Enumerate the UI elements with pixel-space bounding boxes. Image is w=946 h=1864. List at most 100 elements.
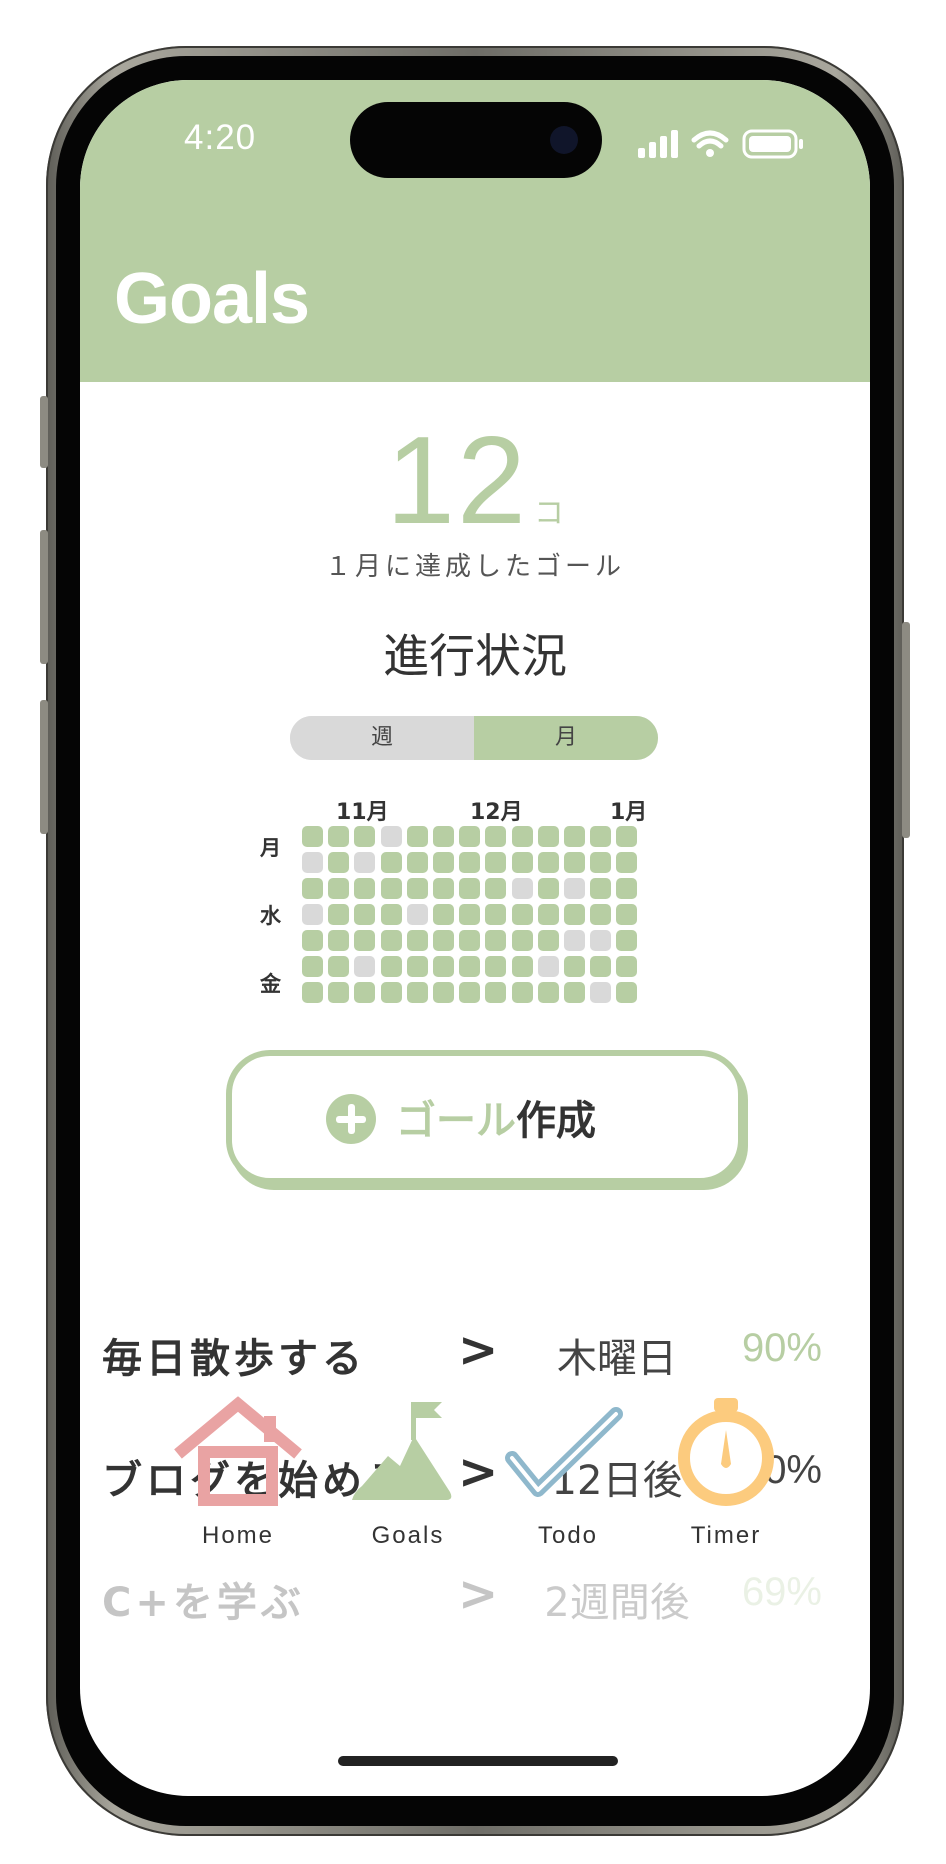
- heatmap-cell: [328, 982, 350, 1003]
- goal-name: C+を学ぶ: [102, 1580, 305, 1626]
- heatmap-cell: [616, 826, 638, 847]
- heatmap-cell: [459, 852, 481, 873]
- period-toggle[interactable]: 週 月: [290, 716, 658, 760]
- heatmap-cell: [616, 878, 638, 899]
- page-title: Goals: [114, 259, 310, 339]
- tab-bar: Home Goals Todo Timer: [80, 1396, 870, 1556]
- heatmap-cell: [616, 852, 638, 873]
- heatmap-cell: [328, 956, 350, 977]
- achieved-count: 12 コ: [80, 410, 870, 552]
- day-label: 金: [260, 972, 281, 996]
- tab-goals[interactable]: Goals: [338, 1396, 478, 1549]
- heatmap-cell: [328, 826, 350, 847]
- heatmap-cell: [380, 956, 402, 977]
- house-icon: [174, 1396, 302, 1506]
- mountain-flag-icon: [352, 1402, 452, 1500]
- heatmap-cell: [564, 904, 585, 925]
- heatmap-cell: [406, 956, 428, 977]
- heatmap-cell: [511, 904, 533, 925]
- tab-timer[interactable]: Timer: [656, 1396, 796, 1549]
- tab-home[interactable]: Home: [168, 1396, 308, 1549]
- heatmap-cell: [485, 982, 507, 1003]
- heatmap-cell: [433, 904, 454, 925]
- stopwatch-icon: [678, 1398, 774, 1506]
- heatmap-cell: [354, 930, 376, 951]
- heatmap-cell: [511, 930, 533, 951]
- goal-due: 2週間後: [544, 1580, 690, 1626]
- heatmap-cell: [302, 852, 323, 873]
- heatmap-cell: [459, 904, 481, 925]
- tab-label: Home: [201, 1522, 275, 1549]
- heatmap-cell: [406, 826, 428, 847]
- heatmap-cell: [302, 826, 323, 847]
- tab-label: Goals: [371, 1522, 445, 1549]
- toggle-month[interactable]: 月: [474, 716, 658, 760]
- goal-percent: 69%: [741, 1570, 822, 1614]
- chevron-right-icon[interactable]: >: [458, 1322, 498, 1378]
- heatmap-cell: [511, 982, 533, 1003]
- heatmap-cell: [354, 852, 376, 873]
- camera-icon: [550, 126, 578, 154]
- heatmap-cell: [459, 982, 481, 1003]
- goal-due: 木曜日: [557, 1336, 677, 1382]
- heatmap-cell: [354, 826, 376, 847]
- heatmap-cell: [354, 878, 376, 899]
- heatmap-cell: [590, 878, 612, 899]
- heatmap-cell: [354, 956, 376, 977]
- heatmap-cell: [590, 982, 612, 1003]
- heatmap-cell: [380, 904, 402, 925]
- dynamic-island: [350, 102, 602, 178]
- heatmap-cell: [537, 852, 559, 873]
- chevron-right-icon[interactable]: >: [458, 1566, 498, 1622]
- heatmap-cell: [380, 826, 402, 847]
- battery-icon: [742, 129, 803, 159]
- goal-row[interactable]: C+を学ぶ > 2週間後 69%: [102, 1562, 822, 1632]
- heatmap-cell: [564, 930, 585, 951]
- heatmap-cell: [459, 930, 481, 951]
- heatmap-cell: [433, 930, 454, 951]
- heatmap-cell: [590, 826, 612, 847]
- day-label: 水: [260, 904, 281, 928]
- home-indicator: [338, 1756, 618, 1766]
- heatmap-cell: [616, 930, 638, 951]
- heatmap-cell: [302, 956, 323, 977]
- month-label: 11月: [336, 800, 389, 825]
- heatmap-cell: [328, 852, 350, 873]
- heatmap-cell: [380, 852, 402, 873]
- progress-title: 進行状況: [383, 629, 567, 683]
- wifi-icon: [691, 130, 729, 157]
- tab-todo[interactable]: Todo: [498, 1396, 638, 1549]
- heatmap-cell: [433, 852, 454, 873]
- create-goal-accent: ゴール: [396, 1098, 516, 1144]
- achieved-caption: １月に達成したゴール: [324, 552, 625, 582]
- goal-percent: 90%: [741, 1326, 822, 1370]
- month-label: 1月: [610, 800, 648, 825]
- heatmap-cell: [511, 852, 533, 873]
- heatmap-cell: [590, 852, 612, 873]
- heatmap-cell: [485, 930, 507, 951]
- heatmap-cell: [511, 878, 533, 899]
- heatmap-cell: [537, 904, 559, 925]
- heatmap-cell: [616, 982, 638, 1003]
- tab-label: Timer: [690, 1522, 762, 1549]
- create-goal-label: ゴール作成: [396, 1088, 596, 1146]
- heatmap-cell: [354, 982, 376, 1003]
- heatmap-cell: [485, 852, 507, 873]
- create-goal-main: 作成: [516, 1098, 596, 1144]
- heatmap-cell: [511, 826, 533, 847]
- heatmap-cell: [459, 878, 481, 899]
- toggle-week[interactable]: 週: [290, 716, 474, 760]
- heatmap-cell: [485, 904, 507, 925]
- checkmark-icon: [505, 1407, 623, 1497]
- heatmap-cell: [302, 930, 323, 951]
- heatmap-cell: [302, 904, 323, 925]
- create-goal-button[interactable]: ゴール作成: [226, 1050, 744, 1184]
- header: 4:20 Goals: [80, 80, 870, 382]
- heatmap-cell: [380, 878, 402, 899]
- heatmap-cell: [459, 826, 481, 847]
- heatmap-cell: [328, 904, 350, 925]
- heatmap-cell: [616, 956, 638, 977]
- heatmap-cell: [406, 930, 428, 951]
- heatmap-cell: [433, 956, 454, 977]
- goal-row[interactable]: 毎日散歩する > 木曜日 90%: [102, 1318, 822, 1388]
